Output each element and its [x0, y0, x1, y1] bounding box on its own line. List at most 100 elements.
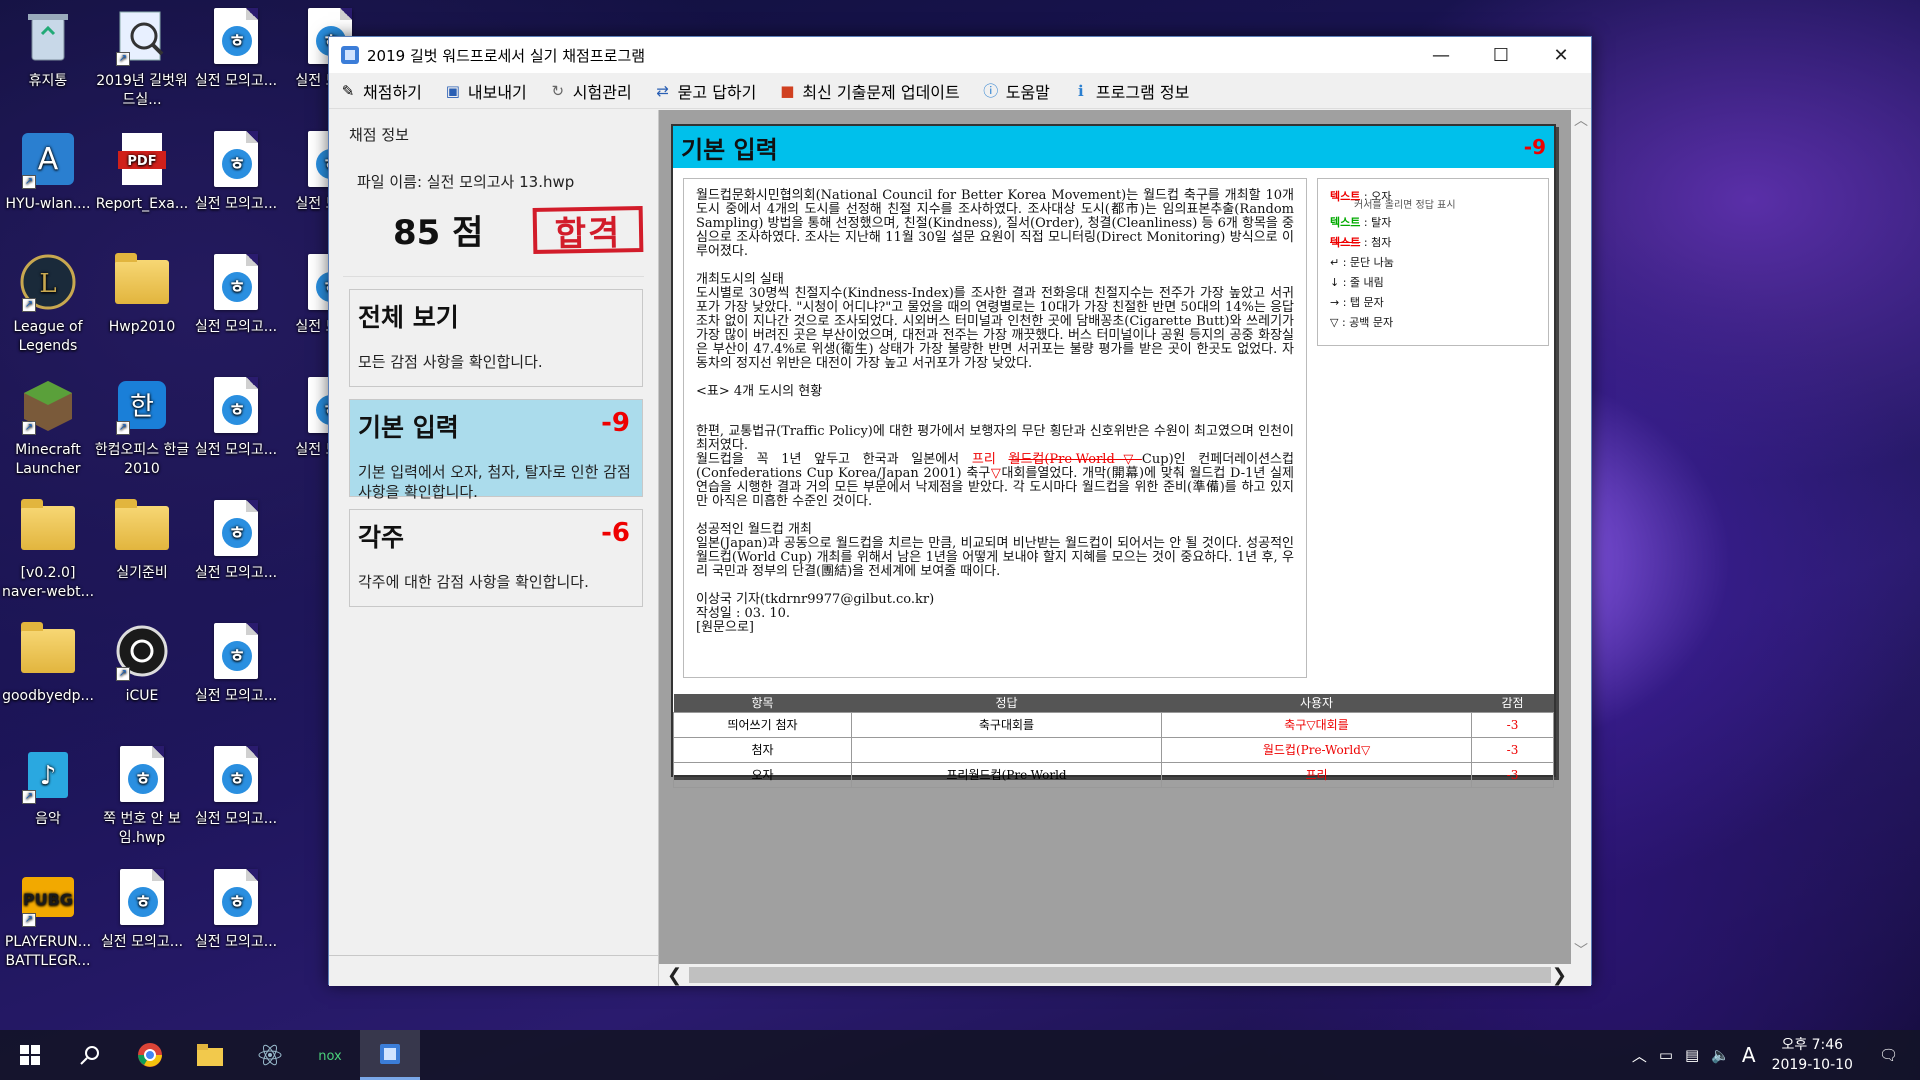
- desktop-icon-mock-test[interactable]: ㅎ 실전 모의고...: [188, 492, 284, 610]
- close-button[interactable]: ✕: [1531, 37, 1591, 73]
- menu-exam-manage[interactable]: ↻ 시험관리: [549, 79, 631, 103]
- table-row[interactable]: 오자 프리월드컵(Pre-World 프리 -3: [673, 761, 1554, 788]
- hwp-file-icon: ㅎ: [208, 375, 264, 435]
- desktop-icon-label: 실전 모의고...: [194, 73, 278, 89]
- horizontal-scrollbar[interactable]: ❮ ❯: [659, 964, 1591, 986]
- search-icon[interactable]: [60, 1030, 120, 1080]
- grader-app-icon[interactable]: [360, 1030, 420, 1080]
- atom-icon[interactable]: [240, 1030, 300, 1080]
- chevron-up-icon[interactable]: ︿: [1632, 1045, 1647, 1066]
- menu-update[interactable]: ■ 최신 기출문제 업데이트: [778, 79, 959, 103]
- desktop-icon-naver-webtoon[interactable]: [v0.2.0] naver-webt...: [0, 492, 96, 610]
- legend-missing: 텍스트 : 탈자: [1330, 213, 1536, 233]
- hwp-file-icon: ㅎ: [208, 6, 264, 66]
- desktop-icon-page-number-hwp[interactable]: ㅎ 쪽 번호 안 보임.hwp: [94, 738, 190, 856]
- desktop-icon-label: Minecraft Launcher: [15, 442, 81, 477]
- card-view-all[interactable]: 전체 보기 모든 감점 사항을 확인합니다.: [349, 289, 643, 387]
- table-cell: 축구대회를: [851, 711, 1162, 738]
- desktop-icon-label: Report_Exa...: [95, 196, 189, 212]
- desktop-icon-mock-test[interactable]: ㅎ 실전 모의고...: [188, 615, 284, 733]
- desktop-icon-label: 실기준비: [116, 565, 168, 581]
- desktop-icon-minecraft[interactable]: ↗ Minecraft Launcher: [0, 369, 96, 487]
- menu-label: 채점하기: [363, 82, 422, 102]
- doc-original-link[interactable]: [원문으로]: [696, 621, 1294, 635]
- scroll-left-icon[interactable]: ❮: [667, 965, 682, 986]
- desktop-icon-mock-test[interactable]: ㅎ 실전 모의고...: [94, 861, 190, 979]
- card-basic-input[interactable]: 기본 입력 -9 기본 입력에서 오자, 첨자, 탈자로 인한 감점 사항을 확…: [349, 399, 643, 501]
- desktop-icon-mock-test[interactable]: ㅎ 실전 모의고...: [188, 246, 284, 364]
- windows-start-icon[interactable]: [0, 1030, 60, 1080]
- menu-label: 도움말: [1005, 82, 1050, 102]
- desktop-icon-hancom-office[interactable]: 한 ↗ 한컴오피스 한글 2010: [94, 369, 190, 487]
- desktop-icon-league-of-legends[interactable]: L ↗ League of Legends: [0, 246, 96, 364]
- battery-icon[interactable]: ▭: [1659, 1046, 1673, 1064]
- desktop-icon-recycle-bin[interactable]: 휴지통: [0, 0, 96, 118]
- card-title: 각주: [358, 523, 405, 552]
- desktop-icon-pubg[interactable]: PUBG ↗ PLAYERUN... BATTLEGR...: [0, 861, 96, 979]
- desktop-icon-mock-test[interactable]: ㅎ 실전 모의고...: [188, 0, 284, 118]
- hwp-file-icon: ㅎ: [114, 867, 170, 927]
- desktop-icon-report-pdf[interactable]: PDF Report_Exa...: [94, 123, 190, 241]
- menu-program-info[interactable]: ℹ 프로그램 정보: [1072, 79, 1189, 103]
- network-icon[interactable]: ▤: [1685, 1046, 1699, 1064]
- volume-icon[interactable]: 🔈: [1711, 1046, 1730, 1064]
- nox-icon[interactable]: nox: [300, 1030, 360, 1080]
- table-header: 감점: [1471, 694, 1554, 712]
- doc-paragraph: 도시별로 30명씩 친절지수(Kindness-Index)를 조사한 결과 전…: [696, 286, 1294, 371]
- chrome-icon[interactable]: [120, 1030, 180, 1080]
- card-footnote[interactable]: 각주 -6 각주에 대한 감점 사항을 확인합니다.: [349, 509, 643, 607]
- table-row[interactable]: 띄어쓰기 첨자 축구대회를 축구▽대회를 -3: [673, 711, 1554, 738]
- menu-qa[interactable]: ⇄ 묻고 답하기: [654, 79, 756, 103]
- minimize-button[interactable]: —: [1411, 37, 1471, 73]
- svg-text:PDF: PDF: [127, 154, 156, 169]
- card-desc: 기본 입력에서 오자, 첨자, 탈자로 인한 감점 사항을 확인합니다.: [358, 463, 631, 501]
- card-score: -6: [601, 518, 630, 548]
- notification-icon[interactable]: 🗨: [1879, 1046, 1898, 1064]
- detail-title: 기본 입력: [681, 135, 778, 164]
- ime-indicator[interactable]: A: [1742, 1043, 1756, 1067]
- grader-window: 2019 길벗 워드프로세서 실기 채점프로그램 — ☐ ✕ ✎ 채점하기 ▣ …: [328, 36, 1592, 986]
- error-spacing[interactable]: ▽: [990, 466, 1001, 481]
- desktop-icon-practice[interactable]: 실기준비: [94, 492, 190, 610]
- desktop-icon-mock-test[interactable]: ㅎ 실전 모의고...: [188, 369, 284, 487]
- desktop-icon-gilbut-word[interactable]: ↗ 2019년 길벗워드실...: [94, 0, 190, 118]
- table-cell: 첨자: [673, 736, 852, 763]
- svg-text:PUBG: PUBG: [23, 890, 73, 909]
- table-row[interactable]: 첨자 월드컵(Pre-World▽ -3: [673, 736, 1554, 763]
- title-bar[interactable]: 2019 길벗 워드프로세서 실기 채점프로그램 — ☐ ✕: [329, 37, 1591, 73]
- desktop-icon-mock-test[interactable]: ㅎ 실전 모의고...: [188, 738, 284, 856]
- scroll-right-icon[interactable]: ❯: [1552, 965, 1567, 986]
- menu-help[interactable]: ⓘ 도움말: [982, 79, 1050, 103]
- scrollbar-thumb[interactable]: [689, 967, 1551, 983]
- music-icon: ♪ ↗: [20, 744, 76, 804]
- scroll-down-icon[interactable]: ﹀: [1571, 940, 1591, 960]
- system-tray: ︿ ▭ ▤ 🔈 A 오후 7:46 2019-10-10 🗨: [1626, 1030, 1920, 1080]
- vertical-scrollbar[interactable]: ︿ ﹀: [1571, 110, 1591, 964]
- pdf-icon: PDF: [114, 129, 170, 189]
- svg-text:한: 한: [130, 392, 154, 422]
- table-cell: -3: [1471, 761, 1554, 788]
- desktop-icon-mock-test[interactable]: ㅎ 실전 모의고...: [188, 123, 284, 241]
- maximize-button[interactable]: ☐: [1471, 37, 1531, 73]
- file-explorer-icon[interactable]: [180, 1030, 240, 1080]
- desktop-icon-goodbyedp[interactable]: goodbyedp...: [0, 615, 96, 733]
- desktop-icon-icue[interactable]: ↗ iCUE: [94, 615, 190, 733]
- legend-value: : 첨자: [1360, 236, 1392, 249]
- shortcut-arrow-icon: ↗: [22, 913, 36, 927]
- desktop-icon-hyu-wlan[interactable]: A ↗ HYU-wlan....: [0, 123, 96, 241]
- desktop-icon-label: 음악: [35, 811, 61, 827]
- wlan-icon: A ↗: [20, 129, 76, 189]
- scroll-up-icon[interactable]: ︿: [1571, 110, 1591, 130]
- clock[interactable]: 오후 7:46 2019-10-10: [1772, 1035, 1853, 1075]
- desktop-icon-label: League of Legends: [13, 319, 83, 354]
- card-score: -9: [601, 408, 630, 438]
- desktop-icon-mock-test[interactable]: ㅎ 실전 모의고...: [188, 861, 284, 979]
- shortcut-arrow-icon: ↗: [116, 421, 130, 435]
- error-superscript[interactable]: 월드컵(Pre-World▽: [1008, 452, 1141, 467]
- score-box: 파일 이름: 실전 모의고사 13.hwp 85 점 합격: [343, 153, 644, 277]
- menu-export[interactable]: ▣ 내보내기: [444, 79, 527, 103]
- error-typo[interactable]: 프리: [972, 452, 996, 467]
- menu-grade[interactable]: ✎ 채점하기: [339, 79, 422, 103]
- desktop-icon-music[interactable]: ♪ ↗ 음악: [0, 738, 96, 856]
- desktop-icon-hwp2010[interactable]: Hwp2010: [94, 246, 190, 364]
